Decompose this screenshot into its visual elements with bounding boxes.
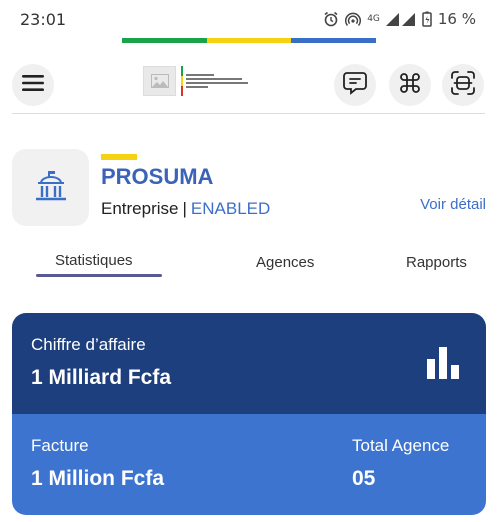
active-tab-indicator <box>36 274 162 277</box>
network-type: 4G <box>367 13 380 24</box>
status-icons: 4G 16 % <box>323 10 476 28</box>
tab-agences[interactable]: Agences <box>256 254 314 271</box>
header-divider <box>12 113 485 114</box>
scan-button[interactable] <box>442 64 484 106</box>
battery-icon <box>422 11 432 27</box>
brand-logo <box>143 64 248 98</box>
flag-green <box>122 38 207 43</box>
app-header <box>0 58 498 110</box>
image-placeholder-icon <box>143 66 176 96</box>
menu-button[interactable] <box>12 64 54 106</box>
company-accent-bar <box>101 154 137 160</box>
brand-flag-bar <box>181 66 183 96</box>
view-details-link[interactable]: Voir détail <box>420 196 486 213</box>
alarm-icon <box>323 11 339 27</box>
tab-rapports[interactable]: Rapports <box>406 254 467 271</box>
hotspot-icon <box>345 11 362 27</box>
company-type: Entreprise <box>101 199 179 218</box>
tab-statistiques[interactable]: Statistiques <box>55 252 133 269</box>
agencies-label: Total Agence <box>352 436 450 455</box>
command-button[interactable] <box>389 64 431 106</box>
invoice-panel: Facture 1 Million Fcfa Total Agence 05 <box>12 414 486 515</box>
bar-chart-icon <box>426 347 460 383</box>
status-bar: 23:01 4G 16 % <box>0 0 498 38</box>
status-time: 23:01 <box>20 10 67 29</box>
scan-icon <box>450 70 476 100</box>
command-icon <box>398 71 422 99</box>
flag-blue <box>291 38 377 43</box>
signal-icon <box>385 12 416 26</box>
invoice-value: 1 Million Fcfa <box>31 467 165 490</box>
invoice-label: Facture <box>31 436 89 455</box>
chat-button[interactable] <box>334 64 376 106</box>
revenue-panel: Chiffre d’affaire 1 Milliard Fcfa <box>12 313 486 414</box>
company-type-row: Entreprise | ENABLED <box>101 199 270 219</box>
battery-level: 16 % <box>437 10 476 28</box>
chat-icon <box>342 70 368 100</box>
stats-card: Chiffre d’affaire 1 Milliard Fcfa Factur… <box>12 313 486 515</box>
menu-icon <box>22 74 44 96</box>
building-icon <box>33 169 69 207</box>
revenue-label: Chiffre d’affaire <box>31 335 146 354</box>
company-separator: | <box>182 199 187 218</box>
brand-text-lines <box>186 74 248 88</box>
company-avatar <box>12 149 89 226</box>
flag-yellow <box>206 38 292 43</box>
agencies-value: 05 <box>352 467 376 490</box>
company-name: PROSUMA <box>101 164 214 189</box>
revenue-value: 1 Milliard Fcfa <box>31 366 172 389</box>
company-status: ENABLED <box>190 199 271 218</box>
flag-stripe <box>122 38 377 43</box>
